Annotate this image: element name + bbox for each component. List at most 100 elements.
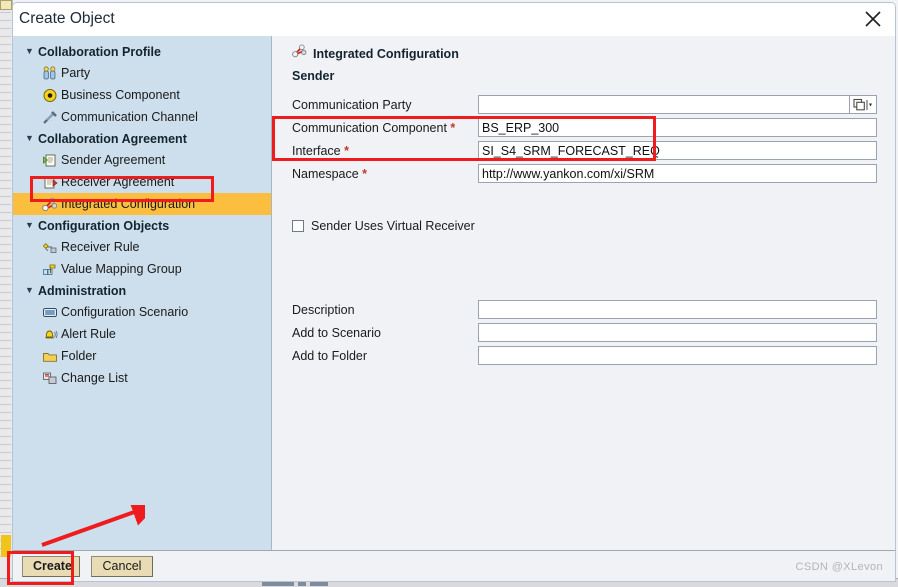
- chevron-down-icon[interactable]: ▼: [23, 221, 36, 230]
- sidebar-item-party[interactable]: Party: [13, 62, 271, 84]
- dialog-title: Create Object: [19, 10, 115, 27]
- field-input-description[interactable]: [478, 300, 877, 319]
- business-component-icon: [41, 87, 58, 103]
- field-label-text: Interface: [292, 144, 341, 158]
- cancel-button[interactable]: Cancel: [91, 556, 153, 577]
- tree-group-label: Administration: [38, 283, 127, 298]
- communication-channel-icon: [41, 109, 58, 125]
- field-label-interface: Interface *: [292, 144, 349, 158]
- sidebar-item-folder[interactable]: Folder: [13, 345, 271, 367]
- field-label-text: Add to Folder: [292, 349, 368, 363]
- tree-group-label: Collaboration Profile: [38, 44, 161, 59]
- field-label-communication-party: Communication Party: [292, 98, 412, 112]
- field-label-text: Communication Component: [292, 121, 447, 135]
- background-orange-marker: [1, 535, 11, 557]
- sidebar-item-business-component[interactable]: Business Component: [13, 84, 271, 106]
- object-type-tree[interactable]: ▼ Collaboration Profile Party Business Comp…: [13, 36, 271, 550]
- party-icon: [41, 65, 58, 81]
- change-list-icon: [41, 370, 58, 386]
- sidebar-item-label: Change List: [61, 371, 128, 385]
- form-row-add-to-folder: Add to Folder: [292, 346, 880, 369]
- sidebar-item-integrated-configuration[interactable]: Integrated Configuration: [13, 193, 271, 215]
- field-label-text: Communication Party: [292, 98, 412, 112]
- required-asterisk-icon: *: [358, 167, 368, 181]
- sidebar-item-label: Receiver Rule: [61, 240, 140, 254]
- tree-group-label: Collaboration Agreement: [38, 131, 187, 146]
- sidebar-item-label: Integrated Configuration: [61, 197, 196, 211]
- field-label-description: Description: [292, 303, 355, 317]
- field-input-communication-party[interactable]: [478, 95, 850, 114]
- dialog-body: ▼ Collaboration Profile Party Business Comp…: [13, 36, 895, 550]
- sidebar-item-sender-agreement[interactable]: Sender Agreement: [13, 149, 271, 171]
- sender-agreement-icon: [41, 152, 58, 168]
- field-label-namespace: Namespace *: [292, 167, 367, 181]
- integrated-configuration-panel: Integrated Configuration Sender Communic…: [271, 36, 895, 550]
- sidebar-item-label: Business Component: [61, 88, 180, 102]
- required-asterisk-icon: *: [340, 144, 349, 158]
- sidebar-item-change-list[interactable]: Change List: [13, 367, 271, 389]
- sidebar-item-label: Configuration Scenario: [61, 305, 189, 319]
- sidebar-item-alert-rule[interactable]: Alert Rule: [13, 323, 271, 345]
- tree-group-configuration-objects[interactable]: ▼ Configuration Objects: [13, 215, 271, 236]
- sidebar-item-configuration-scenario[interactable]: Configuration Scenario: [13, 301, 271, 323]
- integrated-configuration-icon: [41, 196, 58, 212]
- value-mapping-group-icon: [41, 261, 58, 277]
- folder-icon: [41, 348, 58, 364]
- create-button[interactable]: Create: [22, 556, 80, 577]
- panel-header-label: Integrated Configuration: [313, 46, 459, 61]
- form-row-communication-component: Communication Component *: [292, 118, 880, 141]
- dialog-button-bar: Create Cancel CSDN @XLevon: [13, 550, 895, 581]
- sidebar-item-label: Sender Agreement: [61, 153, 166, 167]
- tree-content: ▼ Collaboration Profile Party Business Comp…: [13, 36, 271, 389]
- tree-group-label: Configuration Objects: [38, 218, 170, 233]
- receiver-rule-icon: [41, 239, 58, 255]
- sidebar-item-receiver-rule[interactable]: Receiver Rule: [13, 236, 271, 258]
- tree-group-administration[interactable]: ▼ Administration: [13, 280, 271, 301]
- sidebar-item-receiver-agreement[interactable]: Receiver Agreement: [13, 171, 271, 193]
- sidebar-item-label: Folder: [61, 349, 97, 363]
- integrated-configuration-icon: [292, 44, 307, 63]
- create-object-dialog: Create Object ▼ Collaboration Profile Part…: [12, 2, 896, 582]
- sender-section-title: Sender: [292, 69, 335, 83]
- field-input-add-to-folder[interactable]: [478, 346, 877, 365]
- tree-group-collaboration-agreement[interactable]: ▼ Collaboration Agreement: [13, 128, 271, 149]
- required-asterisk-icon: *: [446, 121, 456, 135]
- value-help-icon[interactable]: [850, 95, 877, 114]
- background-tab-marker: [0, 0, 12, 10]
- form-row-interface: Interface *: [292, 141, 880, 164]
- field-label-communication-component: Communication Component *: [292, 121, 455, 135]
- tree-group-collaboration-profile[interactable]: ▼ Collaboration Profile: [13, 41, 271, 62]
- configuration-scenario-icon: [41, 304, 58, 320]
- field-input-add-to-scenario[interactable]: [478, 323, 877, 342]
- form-row-communication-party: Communication Party: [292, 95, 880, 118]
- sidebar-item-value-mapping-group[interactable]: Value Mapping Group: [13, 258, 271, 280]
- chevron-down-icon[interactable]: ▼: [23, 286, 36, 295]
- form-row-description: Description: [292, 300, 880, 323]
- field-input-communication-component[interactable]: [478, 118, 877, 137]
- field-label-text: Description: [292, 303, 355, 317]
- field-label-add-to-folder: Add to Folder: [292, 349, 367, 363]
- panel-header: Integrated Configuration: [292, 44, 459, 63]
- background-ruler-ticks: [0, 12, 11, 557]
- alert-rule-icon: [41, 326, 58, 342]
- receiver-agreement-icon: [41, 174, 58, 190]
- watermark: CSDN @XLevon: [795, 561, 883, 573]
- field-label-text: Add to Scenario: [292, 326, 381, 340]
- sidebar-item-label: Value Mapping Group: [61, 262, 182, 276]
- sender-uses-virtual-receiver-row[interactable]: Sender Uses Virtual Receiver: [292, 219, 475, 233]
- close-icon[interactable]: [860, 7, 886, 31]
- sidebar-item-label: Communication Channel: [61, 110, 198, 124]
- field-input-interface[interactable]: [478, 141, 877, 160]
- sidebar-item-communication-channel[interactable]: Communication Channel: [13, 106, 271, 128]
- field-label-add-to-scenario: Add to Scenario: [292, 326, 381, 340]
- sender-uses-virtual-receiver-checkbox[interactable]: [292, 220, 304, 232]
- sidebar-item-label: Receiver Agreement: [61, 175, 175, 189]
- form-row-add-to-scenario: Add to Scenario: [292, 323, 880, 346]
- chevron-down-icon[interactable]: ▼: [23, 47, 36, 56]
- field-input-namespace[interactable]: [478, 164, 877, 183]
- sender-uses-virtual-receiver-label: Sender Uses Virtual Receiver: [311, 219, 475, 233]
- form-row-namespace: Namespace *: [292, 164, 880, 187]
- dialog-titlebar: Create Object: [13, 3, 895, 37]
- chevron-down-icon[interactable]: ▼: [23, 134, 36, 143]
- sidebar-item-label: Alert Rule: [61, 327, 116, 341]
